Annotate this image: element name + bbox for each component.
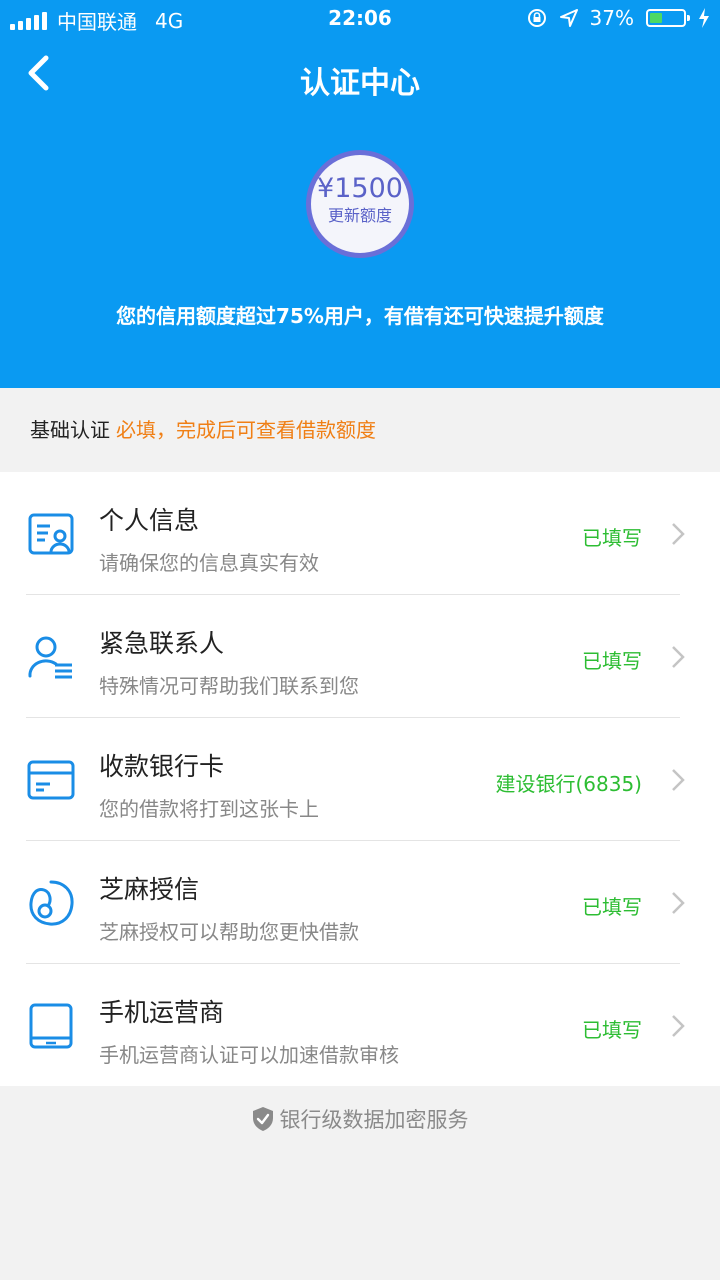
list-item-personal-info[interactable]: 个人信息 请确保您的信息真实有效 已填写	[0, 472, 720, 595]
update-credit-label: 更新额度	[327, 206, 392, 225]
rotation-lock-icon	[527, 9, 546, 27]
section-title: 基础认证	[30, 418, 110, 442]
chevron-right-icon	[672, 523, 685, 545]
item-name: 手机运营商	[99, 998, 225, 1027]
chevron-right-icon	[672, 646, 685, 668]
list-item-emergency-contact[interactable]: 紧急联系人 特殊情况可帮助我们联系到您 已填写	[0, 595, 720, 718]
credit-amount: ¥1500	[317, 173, 403, 204]
battery-percent: 37%	[589, 6, 634, 30]
item-description: 您的借款将打到这张卡上	[99, 797, 319, 821]
header-area: 中国联通 4G 22:06 37% 认证中心 ¥1500 更新额度 您的信用额度…	[0, 0, 720, 388]
item-name: 紧急联系人	[99, 629, 225, 658]
item-description: 请确保您的信息真实有效	[99, 551, 319, 575]
item-name: 个人信息	[99, 506, 200, 535]
contact-person-icon	[28, 636, 72, 679]
verification-list: 个人信息 请确保您的信息真实有效 已填写 紧急联系人 特殊情况可帮助我们联系到您…	[0, 472, 720, 1086]
item-status: 建设银行(6835)	[495, 772, 642, 796]
sesame-icon	[29, 880, 74, 926]
item-description: 芝麻授权可以帮助您更快借款	[99, 920, 359, 944]
tablet-icon	[29, 1003, 73, 1049]
bank-card-icon	[27, 760, 75, 800]
shield-check-icon	[252, 1107, 273, 1131]
battery-icon	[646, 9, 690, 27]
item-status: 已填写	[582, 895, 642, 919]
list-item-mobile-carrier[interactable]: 手机运营商 手机运营商认证可以加速借款审核 已填写	[0, 964, 720, 1087]
page-title: 认证中心	[300, 66, 420, 101]
charging-bolt-icon	[699, 8, 709, 28]
location-arrow-icon	[559, 9, 578, 27]
item-status: 已填写	[582, 649, 642, 673]
item-description: 手机运营商认证可以加速借款审核	[99, 1043, 399, 1067]
credit-note: 您的信用额度超过75%用户，有借有还可快速提升额度	[116, 304, 604, 328]
id-card-icon	[28, 513, 74, 555]
chevron-right-icon	[672, 769, 685, 791]
credit-badge[interactable]: ¥1500 更新额度	[306, 150, 414, 258]
item-name: 芝麻授信	[99, 875, 200, 904]
status-bar: 中国联通 4G 22:06 37%	[0, 0, 720, 38]
security-footer: 银行级数据加密服务	[0, 1104, 720, 1134]
chevron-right-icon	[672, 892, 685, 914]
item-status: 已填写	[582, 1018, 642, 1042]
section-header: 基础认证 必填，完成后可查看借款额度	[0, 388, 720, 472]
list-item-bank-card[interactable]: 收款银行卡 您的借款将打到这张卡上 建设银行(6835)	[0, 718, 720, 841]
item-name: 收款银行卡	[99, 752, 225, 781]
item-description: 特殊情况可帮助我们联系到您	[99, 674, 359, 698]
chevron-right-icon	[672, 1015, 685, 1037]
item-status: 已填写	[582, 526, 642, 550]
list-item-sesame-credit[interactable]: 芝麻授信 芝麻授权可以帮助您更快借款 已填写	[0, 841, 720, 964]
security-text: 银行级数据加密服务	[279, 1108, 469, 1132]
section-hint: 必填，完成后可查看借款额度	[116, 418, 376, 442]
